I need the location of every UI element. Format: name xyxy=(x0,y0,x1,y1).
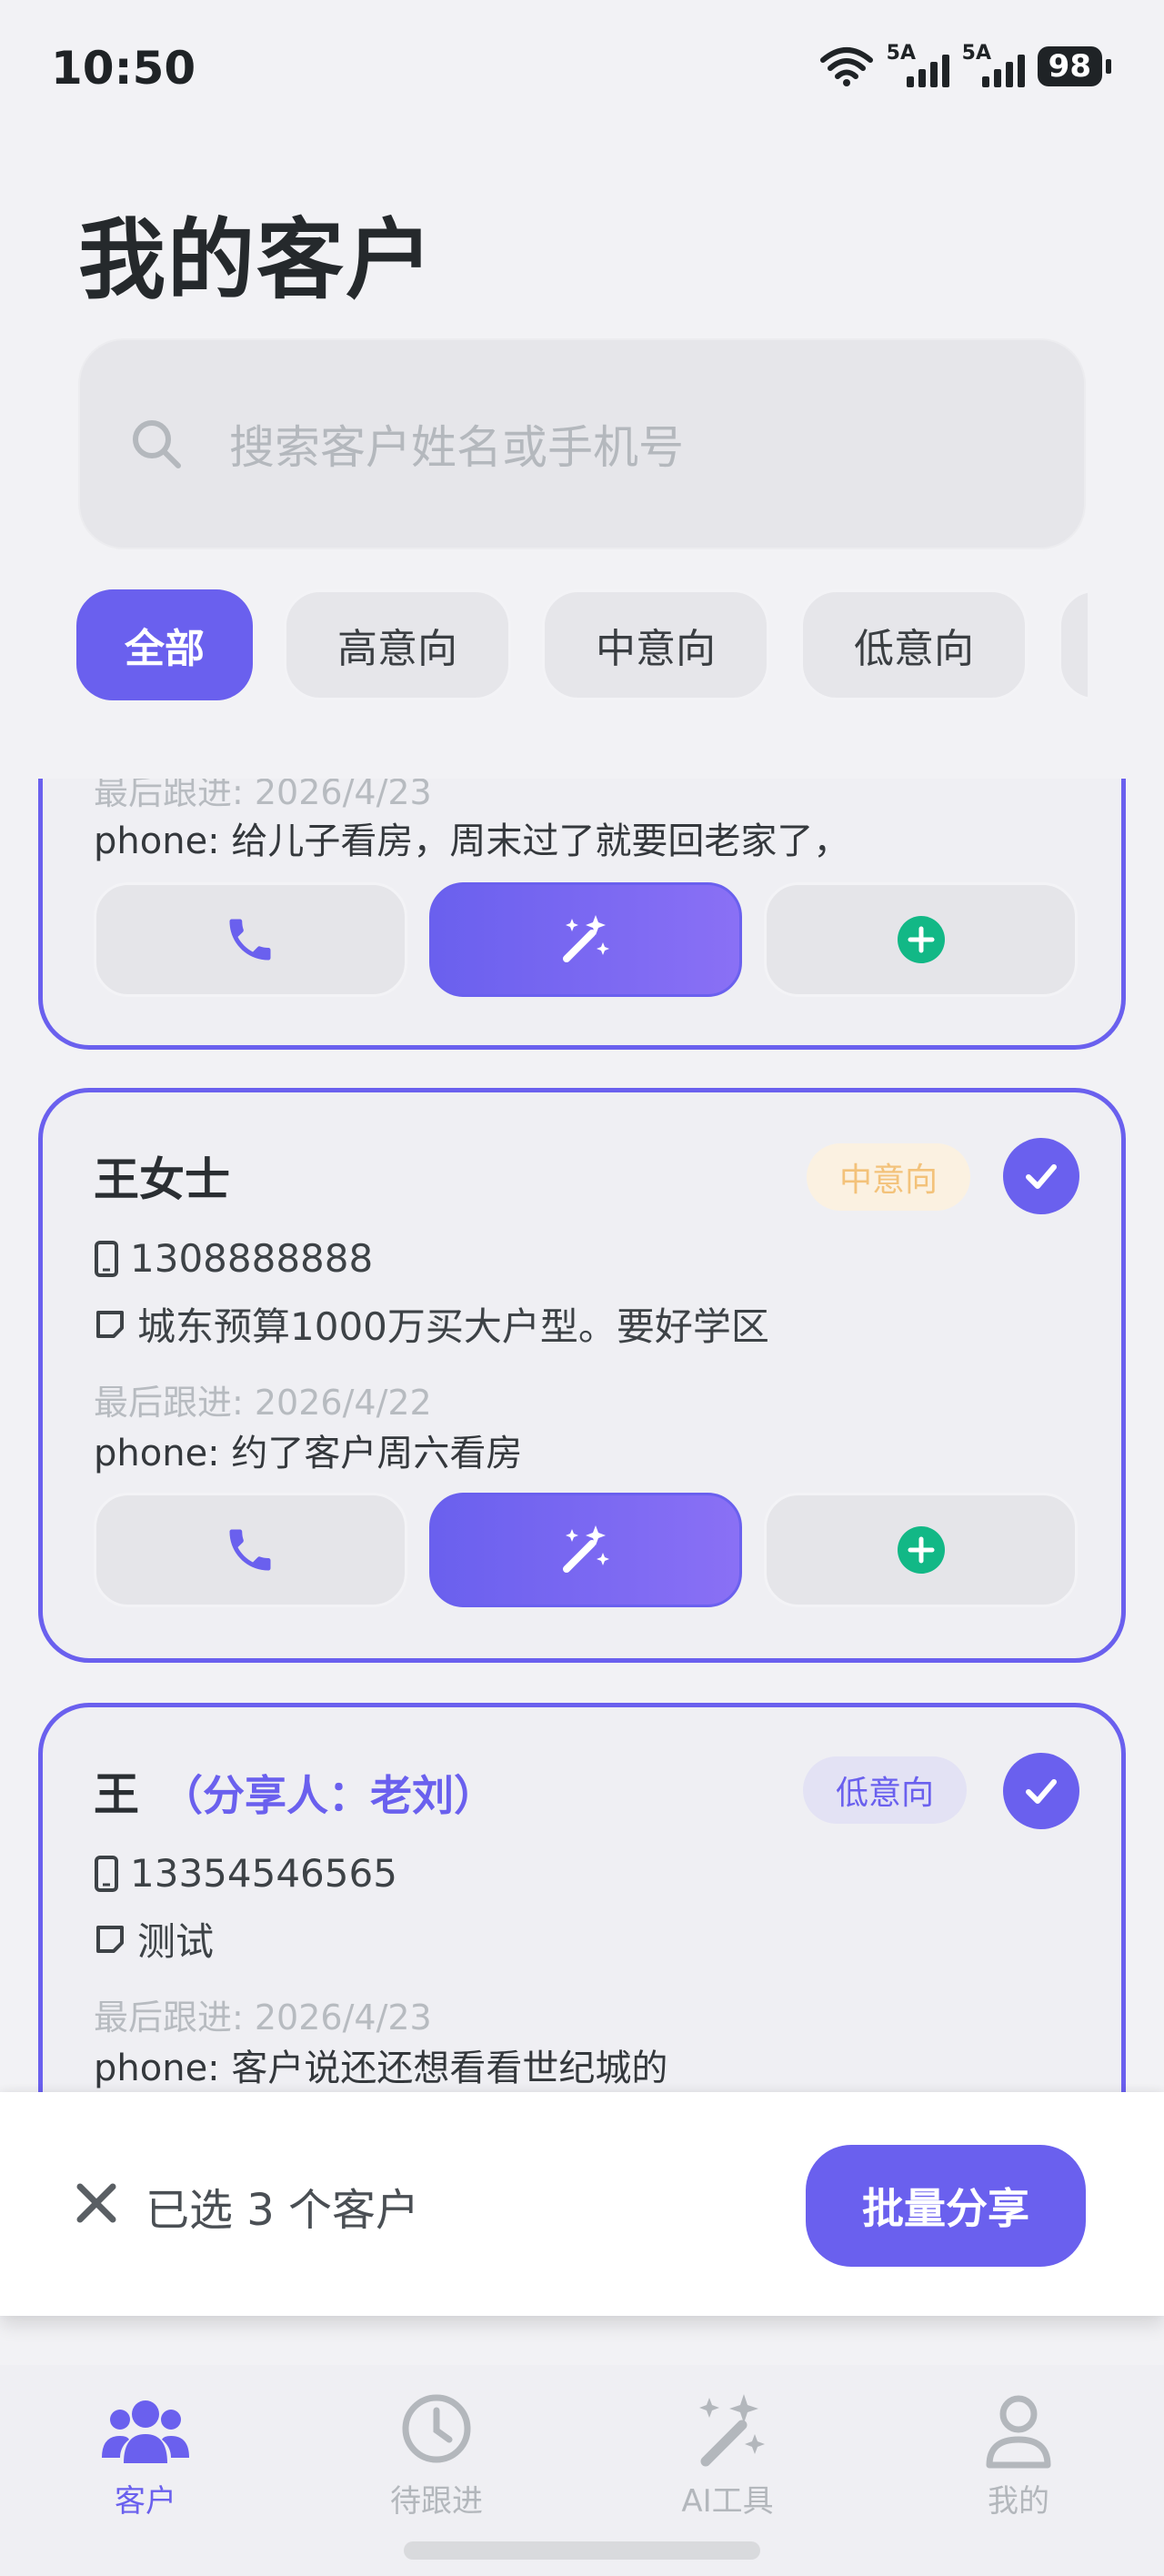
person-icon xyxy=(986,2395,1051,2469)
mobile-phone-icon xyxy=(95,1855,118,1892)
tab-label: 客户 xyxy=(115,2483,176,2520)
call-button[interactable] xyxy=(94,882,407,997)
follow-note: phone: 给儿子看房，周末过了就要回老家了， xyxy=(94,820,850,862)
phone-icon xyxy=(229,919,271,961)
magic-wand-icon xyxy=(563,915,609,962)
signal-icon: 5A xyxy=(887,42,949,87)
tab-label: 我的 xyxy=(988,2483,1049,2520)
status-time: 10:50 xyxy=(51,42,196,95)
memo-text: 城东预算1000万买大户型。要好学区 xyxy=(137,1304,769,1349)
wifi-icon xyxy=(819,47,873,86)
customer-name: 王女士 xyxy=(94,1153,230,1206)
add-circle-icon xyxy=(897,916,945,963)
check-icon xyxy=(1026,1164,1057,1189)
filter-mid-intent[interactable]: 中意向 xyxy=(542,589,769,700)
users-icon xyxy=(102,2400,189,2463)
status-bar: 10:50 5A 5A 98 xyxy=(0,0,1164,136)
last-follow-date: 最后跟进: 2026/4/23 xyxy=(94,1997,432,2038)
follow-note: phone: 客户说还还想看看世纪城的 xyxy=(94,2048,668,2089)
tab-label: AI工具 xyxy=(681,2483,774,2520)
intent-badge: 中意向 xyxy=(807,1143,971,1211)
card-actions xyxy=(94,1493,1079,1607)
tab-customers[interactable]: 客户 xyxy=(55,2389,236,2521)
last-follow-date: 最后跟进: 2026/4/23 xyxy=(94,772,432,812)
add-follow-up-button[interactable] xyxy=(764,882,1079,997)
add-follow-up-button[interactable] xyxy=(764,1493,1079,1607)
ai-assist-button[interactable] xyxy=(428,1493,743,1607)
phone-row: 13354546565 xyxy=(94,1851,397,1896)
customer-list-screen: 10:50 5A 5A 98 我的客户 搜索客户姓名或手机号 全部 高意向 中意… xyxy=(0,0,1164,2576)
selection-action-bar: 已选 3 个客户 批量分享 xyxy=(0,2092,1164,2316)
customer-name-row: 王 （分享人：老刘） xyxy=(94,1758,496,1824)
memo-row: 城东预算1000万买大户型。要好学区 xyxy=(94,1296,769,1352)
filter-high-intent[interactable]: 高意向 xyxy=(284,589,511,700)
customer-name: 王 xyxy=(94,1768,139,1821)
intent-badge: 低意向 xyxy=(803,1756,968,1824)
tab-mine[interactable]: 我的 xyxy=(928,2389,1109,2521)
page-title: 我的客户 xyxy=(78,209,435,311)
call-button[interactable] xyxy=(94,1493,407,1607)
status-icons: 5A 5A 98 xyxy=(819,42,1111,87)
clock-icon xyxy=(402,2394,471,2463)
selected-count-text: 已选 3 个客户 xyxy=(146,2185,420,2236)
note-icon xyxy=(96,1310,124,1338)
customer-card[interactable]: 王 （分享人：老刘） 低意向 13354546565 测试 最后跟进: 2026/… xyxy=(38,1703,1126,2092)
card-actions xyxy=(94,882,1079,997)
phone-number[interactable]: 13354546565 xyxy=(130,1851,397,1896)
search-input[interactable]: 搜索客户姓名或手机号 xyxy=(78,338,1086,549)
ai-assist-button[interactable] xyxy=(428,882,743,997)
bulk-share-button[interactable]: 批量分享 xyxy=(806,2145,1086,2267)
memo-row: 测试 xyxy=(94,1911,214,1967)
select-checkbox[interactable] xyxy=(1003,1138,1079,1214)
filter-all[interactable]: 全部 xyxy=(76,589,253,700)
search-icon xyxy=(133,420,181,468)
select-checkbox[interactable] xyxy=(1003,1753,1079,1829)
mobile-phone-icon xyxy=(95,1240,118,1277)
home-indicator[interactable] xyxy=(404,2541,760,2560)
battery-icon: 98 xyxy=(1037,46,1111,86)
phone-number[interactable]: 1308888888 xyxy=(130,1236,373,1281)
tab-follow-up[interactable]: 待跟进 xyxy=(346,2389,527,2521)
magic-wand-icon xyxy=(563,1525,609,1573)
check-icon xyxy=(1026,1779,1057,1804)
customer-card[interactable]: 王女士 中意向 1308888888 城东预算1000万买大户型。要好学区 最后… xyxy=(38,1088,1126,1663)
tab-label: 待跟进 xyxy=(390,2483,483,2520)
filter-more[interactable] xyxy=(1059,589,1088,700)
filter-low-intent[interactable]: 低意向 xyxy=(800,589,1028,700)
sharer-label: （分享人：老刘） xyxy=(161,1771,496,1820)
close-icon[interactable] xyxy=(73,2179,120,2227)
memo-text: 测试 xyxy=(137,1919,215,1964)
search-placeholder: 搜索客户姓名或手机号 xyxy=(229,421,684,474)
phone-row: 1308888888 xyxy=(94,1236,373,1281)
note-icon xyxy=(96,1925,124,1953)
magic-wand-icon xyxy=(699,2394,765,2467)
phone-icon xyxy=(229,1529,271,1571)
tab-ai-tools[interactable]: AI工具 xyxy=(637,2389,818,2521)
card-0-visible: 最后跟进: 2026/4/23 phone: 给儿子看房，周末过了就要回老家了， xyxy=(38,772,1126,1050)
add-circle-icon xyxy=(897,1526,945,1574)
signal-icon-2: 5A xyxy=(962,42,1025,87)
follow-note: phone: 约了客户周六看房 xyxy=(94,1433,523,1474)
intent-filter-tabs: 全部 高意向 中意向 低意向 xyxy=(76,589,1088,702)
last-follow-date: 最后跟进: 2026/4/22 xyxy=(94,1383,432,1423)
